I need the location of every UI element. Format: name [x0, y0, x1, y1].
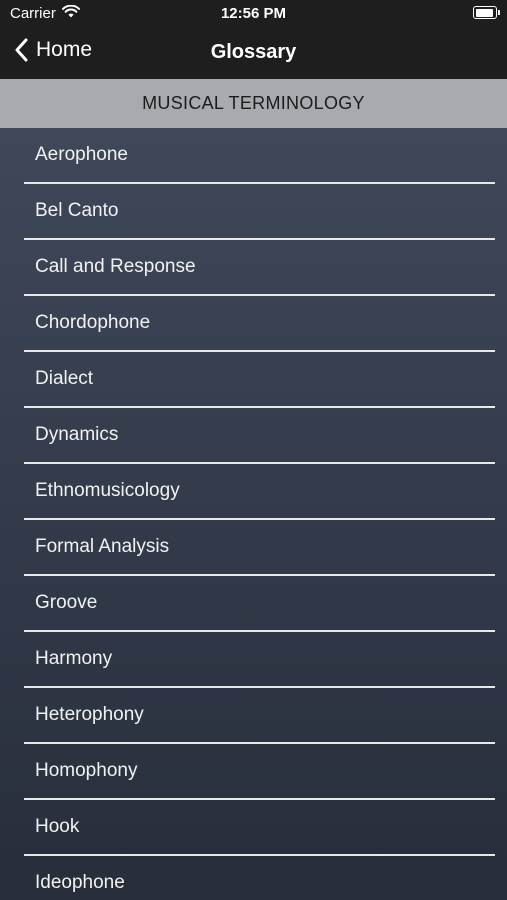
battery-icon	[473, 6, 500, 19]
page-title: Glossary	[210, 41, 297, 63]
status-right	[473, 6, 500, 23]
list-item[interactable]: Groove	[24, 576, 495, 632]
list-item[interactable]: Dialect	[24, 352, 495, 408]
list-item[interactable]: Ideophone	[24, 856, 495, 900]
list-item[interactable]: Homophony	[24, 744, 495, 800]
list-item[interactable]: Call and Response	[24, 240, 495, 296]
navigation-bar: Home Glossary	[0, 28, 507, 79]
list-item[interactable]: Chordophone	[24, 296, 495, 352]
list-item[interactable]: Dynamics	[24, 408, 495, 464]
list-item[interactable]: Bel Canto	[24, 184, 495, 240]
list-item[interactable]: Hook	[24, 800, 495, 856]
list-item[interactable]: Harmony	[24, 632, 495, 688]
status-time: 12:56 PM	[220, 5, 287, 22]
list-item[interactable]: Heterophony	[24, 688, 495, 744]
list-item[interactable]: Aerophone	[24, 128, 495, 184]
list-item[interactable]: Ethnomusicology	[24, 464, 495, 520]
list-item[interactable]: Formal Analysis	[24, 520, 495, 576]
section-header: MUSICAL TERMINOLOGY	[0, 79, 507, 128]
glossary-list[interactable]: Aerophone Bel Canto Call and Response Ch…	[0, 128, 507, 900]
status-bar: Carrier 12:56 PM	[0, 0, 507, 28]
